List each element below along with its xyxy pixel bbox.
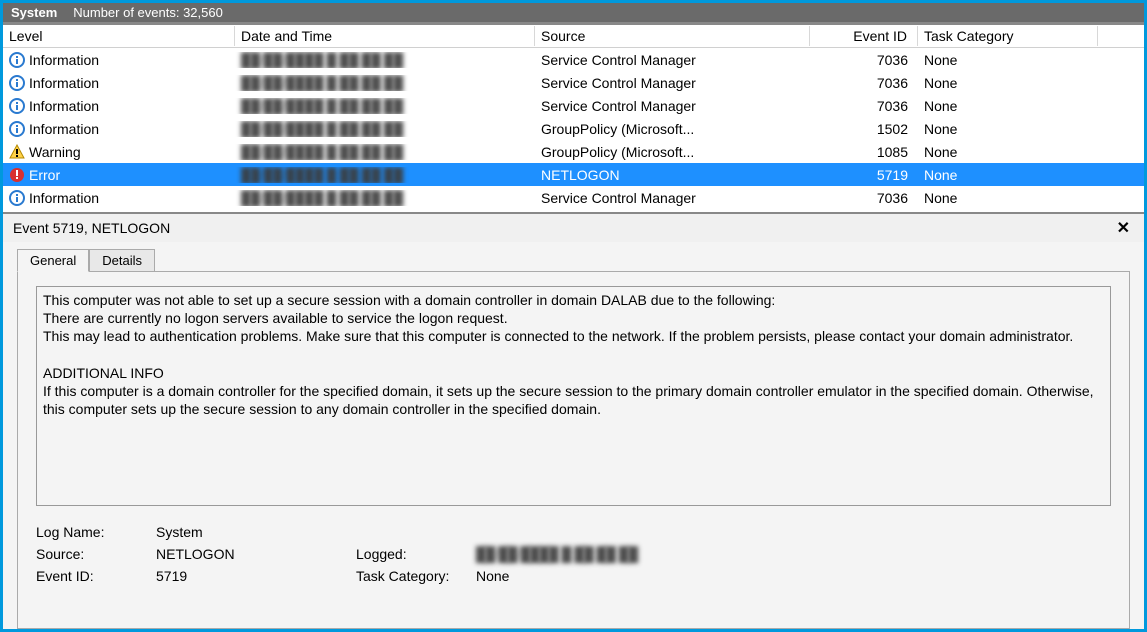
detail-title: Event 5719, NETLOGON [13, 220, 170, 236]
detail-pane: Event 5719, NETLOGON ✕ General Details T… [3, 212, 1144, 629]
cell-eventid: 7036 [810, 98, 918, 114]
header-level[interactable]: Level [3, 26, 235, 46]
cell-taskcategory: None [918, 98, 1098, 114]
info-icon [9, 98, 25, 114]
cell-taskcategory: None [918, 52, 1098, 68]
log-name: System [11, 5, 57, 20]
cell-taskcategory: None [918, 167, 1098, 183]
cell-level: Information [3, 52, 235, 68]
prop-taskcat-label: Task Category: [356, 568, 476, 584]
table-row[interactable]: Information ██/██/████ █:██:██ ██Service … [3, 48, 1144, 71]
cell-level: Warning [3, 144, 235, 160]
info-icon [9, 121, 25, 137]
cell-level: Information [3, 190, 235, 206]
level-text: Information [29, 121, 99, 137]
cell-source: GroupPolicy (Microsoft... [535, 144, 810, 160]
level-text: Information [29, 190, 99, 206]
cell-datetime: ██/██/████ █:██:██ ██ [235, 52, 535, 68]
prop-source-label: Source: [36, 546, 156, 562]
header-taskcategory[interactable]: Task Category [918, 26, 1098, 46]
prop-source-value: NETLOGON [156, 546, 356, 562]
cell-taskcategory: None [918, 144, 1098, 160]
error-icon [9, 167, 25, 183]
titlebar: System Number of events: 32,560 [3, 3, 1144, 24]
info-icon [9, 75, 25, 91]
column-headers[interactable]: Level Date and Time Source Event ID Task… [3, 25, 1144, 48]
header-source[interactable]: Source [535, 26, 810, 46]
cell-level: Error [3, 167, 235, 183]
table-row[interactable]: Warning ██/██/████ █:██:██ ██GroupPolicy … [3, 140, 1144, 163]
table-row[interactable]: Error ██/██/████ █:██:██ ██NETLOGON5719No… [3, 163, 1144, 186]
cell-datetime: ██/██/████ █:██:██ ██ [235, 75, 535, 91]
cell-eventid: 7036 [810, 52, 918, 68]
prop-logname-value: System [156, 524, 356, 540]
cell-taskcategory: None [918, 190, 1098, 206]
event-description[interactable]: This computer was not able to set up a s… [36, 286, 1111, 506]
cell-eventid: 7036 [810, 75, 918, 91]
cell-eventid: 1085 [810, 144, 918, 160]
info-icon [9, 52, 25, 68]
detail-header: Event 5719, NETLOGON ✕ [3, 214, 1144, 242]
prop-eventid-label: Event ID: [36, 568, 156, 584]
cell-datetime: ██/██/████ █:██:██ ██ [235, 190, 535, 206]
info-icon [9, 190, 25, 206]
header-datetime[interactable]: Date and Time [235, 26, 535, 46]
warning-icon [9, 144, 25, 160]
prop-logname-label: Log Name: [36, 524, 156, 540]
cell-level: Information [3, 121, 235, 137]
level-text: Error [29, 167, 60, 183]
level-text: Information [29, 98, 99, 114]
cell-source: Service Control Manager [535, 75, 810, 91]
cell-level: Information [3, 75, 235, 91]
level-text: Information [29, 75, 99, 91]
prop-logged-value: ██/██/████ █:██:██ ██ [476, 546, 676, 562]
cell-source: Service Control Manager [535, 98, 810, 114]
prop-eventid-value: 5719 [156, 568, 356, 584]
table-row[interactable]: Information ██/██/████ █:██:██ ██Service … [3, 186, 1144, 209]
cell-taskcategory: None [918, 75, 1098, 91]
cell-eventid: 5719 [810, 167, 918, 183]
cell-eventid: 7036 [810, 190, 918, 206]
table-row[interactable]: Information ██/██/████ █:██:██ ██GroupPol… [3, 117, 1144, 140]
table-row[interactable]: Information ██/██/████ █:██:██ ██Service … [3, 94, 1144, 117]
event-count: Number of events: 32,560 [73, 5, 223, 20]
prop-logged-label: Logged: [356, 546, 476, 562]
tab-general[interactable]: General [17, 249, 89, 272]
tab-general-body: This computer was not able to set up a s… [17, 271, 1130, 629]
event-list[interactable]: Level Date and Time Source Event ID Task… [3, 24, 1144, 212]
cell-datetime: ██/██/████ █:██:██ ██ [235, 144, 535, 160]
table-row[interactable]: Information ██/██/████ █:██:██ ██Service … [3, 71, 1144, 94]
level-text: Warning [29, 144, 81, 160]
cell-taskcategory: None [918, 121, 1098, 137]
cell-source: GroupPolicy (Microsoft... [535, 121, 810, 137]
prop-taskcat-value: None [476, 568, 676, 584]
level-text: Information [29, 52, 99, 68]
cell-source: Service Control Manager [535, 52, 810, 68]
detail-tabs: General Details [17, 249, 1130, 272]
cell-datetime: ██/██/████ █:██:██ ██ [235, 121, 535, 137]
event-properties: Log Name: System Source: NETLOGON Logged… [36, 524, 1111, 584]
cell-level: Information [3, 98, 235, 114]
header-eventid[interactable]: Event ID [810, 26, 918, 46]
cell-source: Service Control Manager [535, 190, 810, 206]
cell-source: NETLOGON [535, 167, 810, 183]
cell-eventid: 1502 [810, 121, 918, 137]
tab-details[interactable]: Details [89, 249, 155, 272]
close-icon[interactable]: ✕ [1113, 218, 1134, 238]
cell-datetime: ██/██/████ █:██:██ ██ [235, 98, 535, 114]
cell-datetime: ██/██/████ █:██:██ ██ [235, 167, 535, 183]
